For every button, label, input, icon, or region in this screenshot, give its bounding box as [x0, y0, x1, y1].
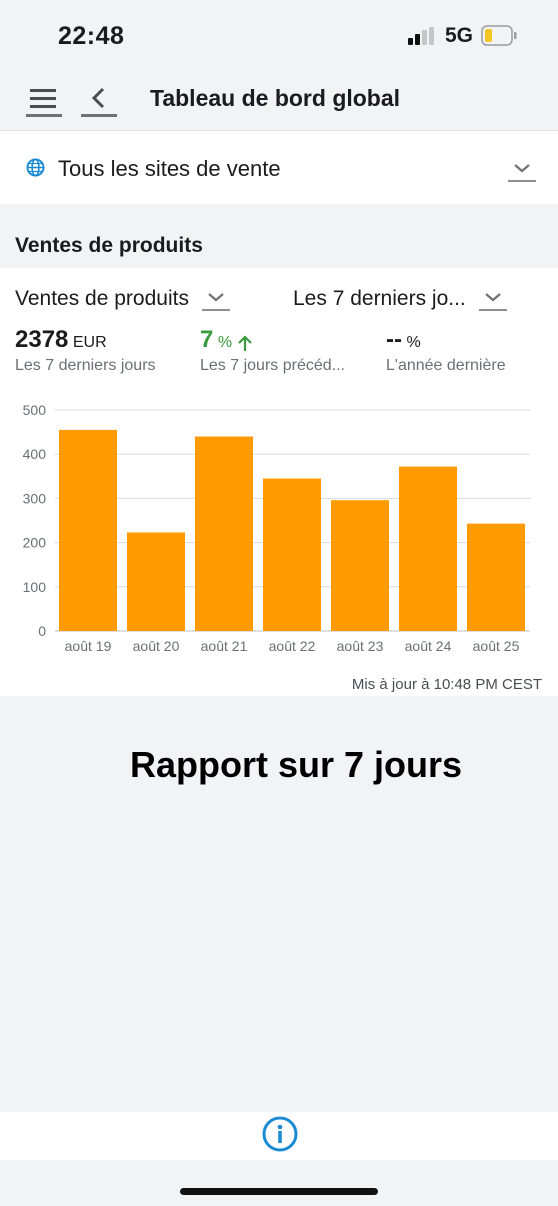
y-tick-label: 300 — [23, 490, 47, 506]
updated-timestamp: Mis à jour à 10:48 PM CEST — [351, 676, 542, 693]
y-tick-label: 200 — [23, 535, 47, 551]
signal-icon — [408, 27, 434, 45]
arrow-up-icon — [237, 335, 252, 351]
chart-bar[interactable] — [331, 500, 389, 631]
stat-previous: 7 % — [200, 326, 253, 354]
page-title: Tableau de bord global — [150, 85, 401, 111]
x-tick-label: août 25 — [473, 638, 520, 654]
bottom-bar — [0, 1112, 558, 1160]
chevron-down-icon[interactable] — [202, 286, 230, 314]
y-tick-label: 100 — [23, 579, 47, 595]
stat-last-year-value: -- — [386, 326, 402, 353]
report-title: Rapport sur 7 jours — [129, 744, 463, 785]
stat-current: 2378 EUR — [15, 326, 107, 354]
x-tick-label: août 22 — [269, 638, 316, 654]
x-tick-label: août 21 — [201, 638, 248, 654]
sales-card: Ventes de produits Les 7 derniers jo... … — [0, 268, 558, 696]
site-selector-label: Tous les sites de vente — [58, 156, 281, 181]
x-tick-label: août 23 — [337, 638, 384, 654]
chart-bar[interactable] — [399, 466, 457, 631]
x-tick-label: août 20 — [133, 638, 180, 654]
battery-icon — [481, 25, 517, 46]
stat-current-value: 2378 — [15, 326, 69, 353]
stat-last-year-unit: % — [406, 334, 421, 351]
metric-dropdown-label[interactable]: Ventes de produits — [15, 287, 189, 311]
stat-previous-value: 7 — [200, 326, 214, 353]
y-tick-label: 500 — [23, 402, 47, 418]
menu-icon[interactable] — [26, 84, 62, 118]
stat-previous-label: Les 7 jours précéd... — [200, 357, 345, 374]
status-time: 22:48 — [58, 22, 125, 50]
stat-last-year: -- % — [386, 326, 421, 354]
x-tick-label: août 24 — [405, 638, 452, 654]
chart-bar[interactable] — [195, 436, 253, 631]
network-label: 5G — [445, 24, 474, 47]
y-tick-label: 0 — [38, 623, 46, 639]
section-title: Ventes de produits — [15, 234, 203, 257]
site-selector[interactable]: Tous les sites de vente — [0, 131, 558, 204]
stat-previous-unit: % — [217, 334, 233, 351]
chevron-down-icon[interactable] — [479, 286, 507, 314]
stat-current-unit: EUR — [72, 334, 107, 351]
chart-bar[interactable] — [59, 429, 117, 631]
chevron-down-icon[interactable] — [508, 157, 536, 185]
home-indicator — [180, 1188, 378, 1195]
y-tick-label: 400 — [23, 446, 47, 462]
chart-bar[interactable] — [263, 478, 321, 631]
info-icon[interactable] — [262, 1116, 298, 1152]
chart-bar[interactable] — [467, 523, 525, 631]
back-icon[interactable] — [81, 84, 117, 118]
stat-last-year-label: L'année dernière — [386, 357, 506, 374]
stat-current-label: Les 7 derniers jours — [15, 357, 156, 374]
chart-bar[interactable] — [127, 532, 185, 631]
app-header: Tableau de bord global — [0, 72, 558, 131]
sales-bar-chart: 0 100 200 300 400 500 août 19 août 20 août 21 aoû… — [23, 402, 530, 654]
period-dropdown-label[interactable]: Les 7 derniers jo... — [293, 287, 466, 311]
globe-icon — [26, 158, 45, 177]
x-tick-label: août 19 — [65, 638, 112, 654]
status-bar: 22:48 5G — [0, 0, 558, 72]
